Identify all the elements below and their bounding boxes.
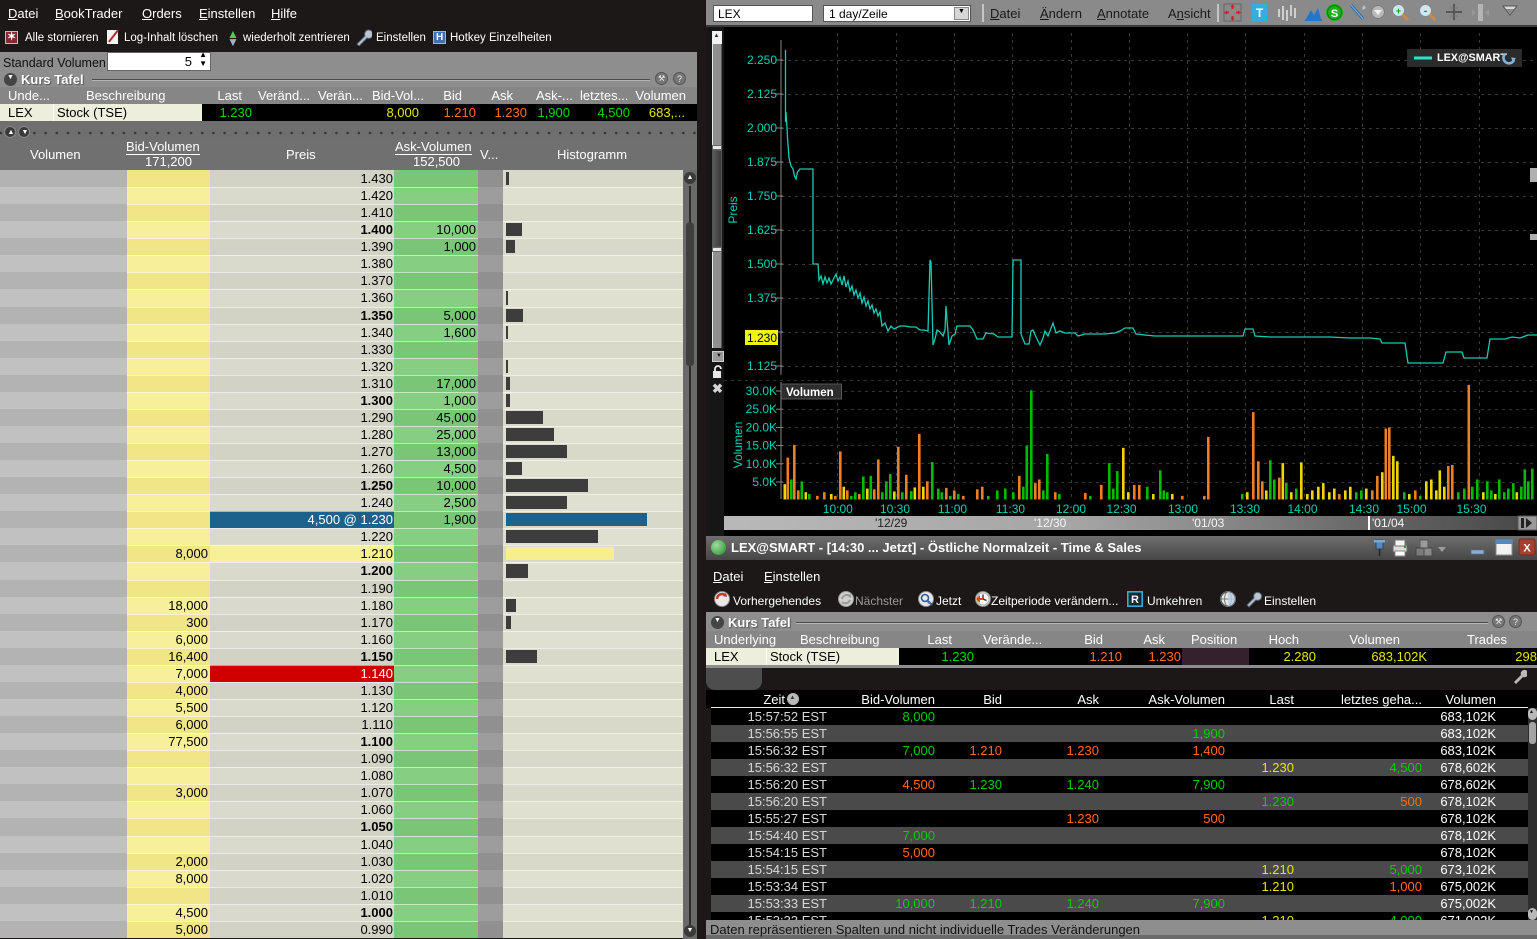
svg-text:'12/30: '12/30 (1034, 516, 1067, 530)
svg-text:T: T (1256, 6, 1264, 20)
svg-text:30.0K: 30.0K (746, 384, 777, 398)
svg-text:1.875: 1.875 (747, 155, 777, 169)
svg-text:1.125: 1.125 (747, 359, 777, 373)
svg-text:10.0K: 10.0K (746, 457, 777, 471)
svg-text:14:30: 14:30 (1349, 502, 1379, 516)
svg-text:5.0K: 5.0K (752, 475, 777, 489)
svg-text:12:30: 12:30 (1106, 502, 1136, 516)
svg-text:13:00: 13:00 (1168, 502, 1198, 516)
svg-text:14:00: 14:00 (1287, 502, 1317, 516)
svg-text:+: + (1396, 6, 1401, 16)
svg-text:11:00: 11:00 (938, 502, 967, 516)
svg-text:1.625: 1.625 (747, 223, 777, 237)
svg-text:11:30: 11:30 (996, 502, 1025, 516)
svg-text:1.230: 1.230 (747, 331, 777, 345)
svg-text:1.375: 1.375 (747, 291, 777, 305)
svg-text:Preis: Preis (726, 196, 740, 223)
svg-text:13:30: 13:30 (1230, 502, 1260, 516)
svg-text:'01/04: '01/04 (1372, 516, 1405, 530)
svg-text:'12/29: '12/29 (875, 516, 908, 530)
svg-text:15.0K: 15.0K (746, 439, 777, 453)
svg-text:15:00: 15:00 (1396, 502, 1426, 516)
svg-text:2.250: 2.250 (747, 53, 777, 67)
svg-text:S: S (1331, 8, 1338, 20)
svg-text:X: X (1523, 543, 1531, 555)
svg-text:1.750: 1.750 (747, 189, 777, 203)
svg-text:Volumen: Volumen (731, 422, 745, 469)
svg-text:10:30: 10:30 (880, 502, 910, 516)
svg-text:-: - (1424, 6, 1427, 17)
svg-text:Volumen: Volumen (786, 387, 834, 399)
svg-text:20.0K: 20.0K (746, 420, 777, 434)
svg-text:1.500: 1.500 (747, 257, 777, 271)
svg-text:25.0K: 25.0K (746, 402, 777, 416)
svg-text:15:30: 15:30 (1456, 502, 1486, 516)
svg-text:LEX@SMART: LEX@SMART (1437, 52, 1507, 64)
svg-text:10:00: 10:00 (823, 502, 853, 516)
svg-text:R: R (1131, 594, 1139, 606)
svg-text:2.000: 2.000 (747, 121, 777, 135)
svg-text:2.125: 2.125 (747, 87, 777, 101)
svg-text:'01/03: '01/03 (1192, 516, 1225, 530)
svg-text:12:00: 12:00 (1056, 502, 1086, 516)
